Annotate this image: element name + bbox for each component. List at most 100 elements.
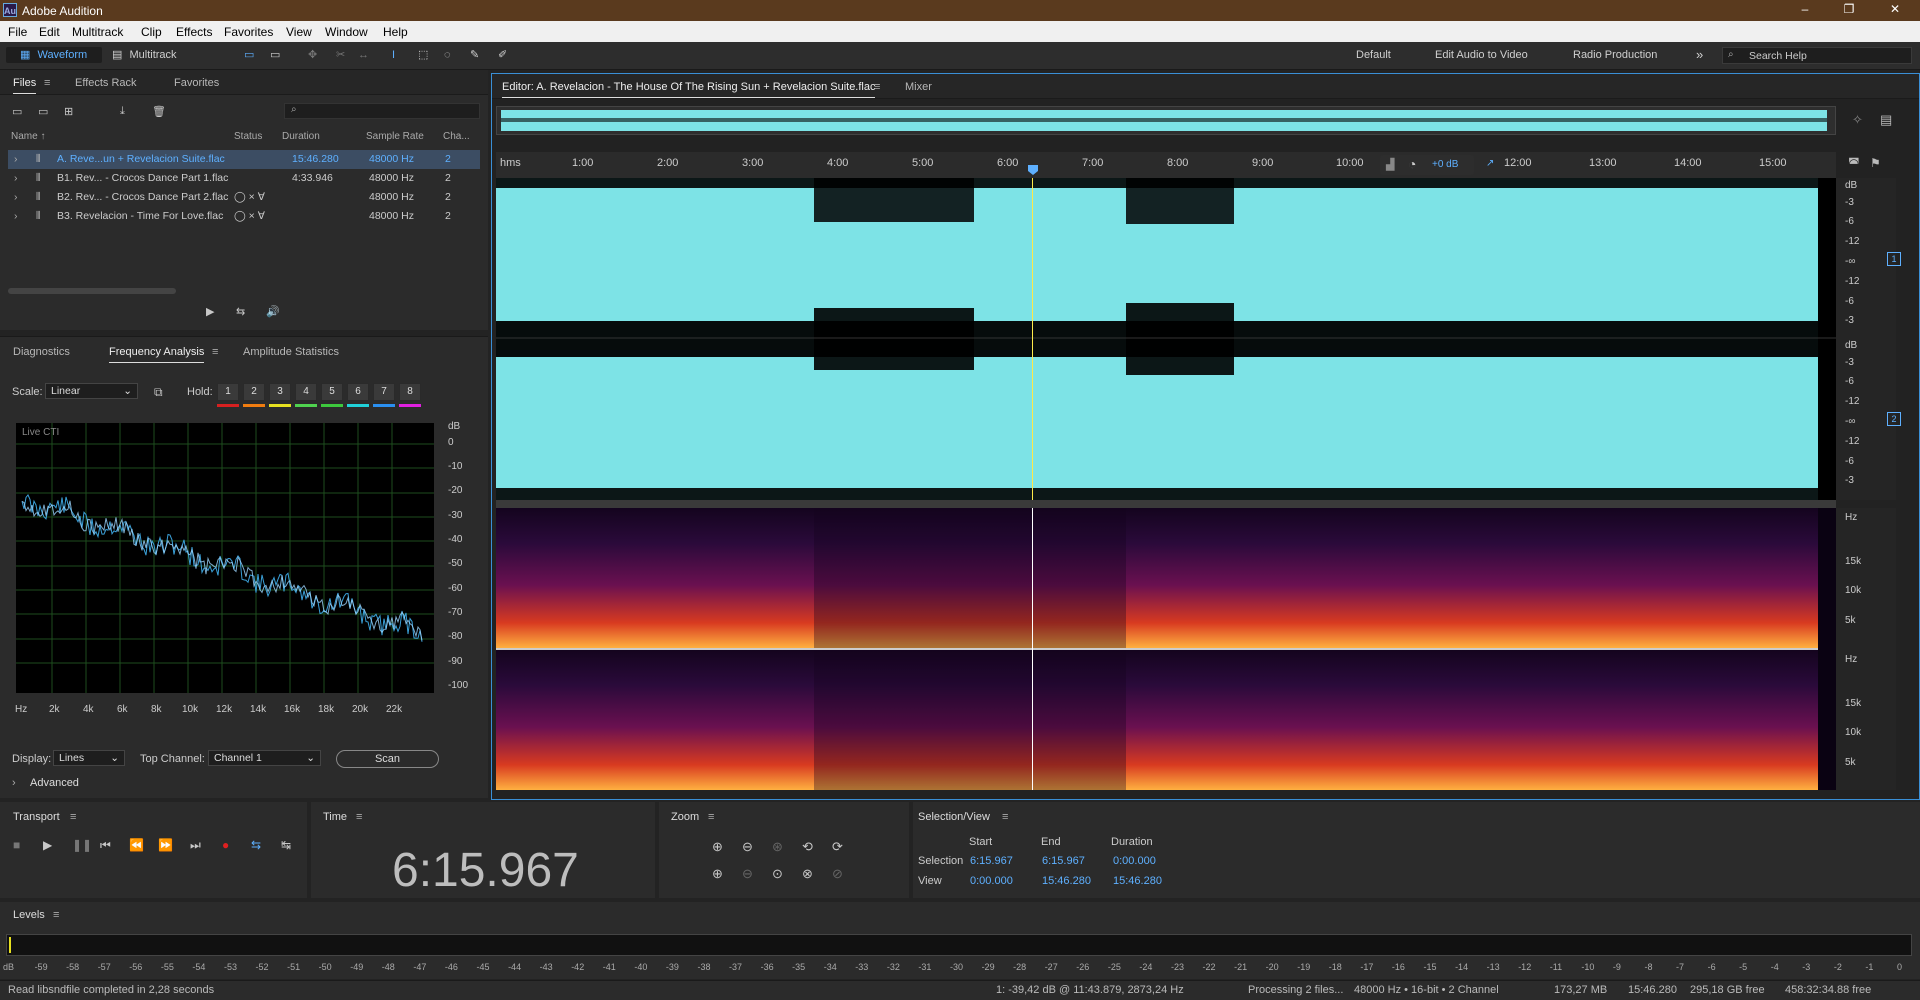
insert-icon[interactable]: ⤓ <box>120 105 125 118</box>
menu-multitrack[interactable]: Multitrack <box>72 25 123 39</box>
zoom-selection-icon[interactable]: ⊛ <box>772 839 783 855</box>
tab-mixer[interactable]: Mixer <box>905 81 932 93</box>
panel-menu-icon[interactable]: ≡ <box>53 909 59 921</box>
time-ruler[interactable] <box>496 152 1836 179</box>
hold-3-button[interactable]: 3 <box>269 383 291 401</box>
view-start[interactable]: 0:00.000 <box>970 875 1013 887</box>
panel-menu-icon[interactable]: ≡ <box>356 811 362 823</box>
copy-icon[interactable]: ⧉ <box>154 385 163 400</box>
zoom-in-point-icon[interactable]: ⊙ <box>772 866 783 882</box>
waveform-area[interactable] <box>496 178 1836 500</box>
menu-edit[interactable]: Edit <box>39 25 60 39</box>
zoom-in-time-icon[interactable]: ⊕ <box>712 866 723 882</box>
minimize-button[interactable]: – <box>1790 2 1820 16</box>
menu-view[interactable]: View <box>286 25 312 39</box>
tab-frequency-analysis[interactable]: Frequency Analysis <box>109 346 205 363</box>
tab-diagnostics[interactable]: Diagnostics <box>13 346 70 358</box>
col-status[interactable]: Status <box>234 131 262 142</box>
razor-tool-icon[interactable]: ✂ <box>336 47 345 63</box>
col-duration[interactable]: Duration <box>282 131 320 142</box>
selection-duration[interactable]: 0:00.000 <box>1113 855 1156 867</box>
selection-end[interactable]: 6:15.967 <box>1042 855 1085 867</box>
panel-menu-icon[interactable]: ≡ <box>874 81 880 93</box>
next-button[interactable]: ⏭ <box>190 838 201 853</box>
panel-menu-icon[interactable]: ≡ <box>708 811 714 823</box>
workspace-default[interactable]: Default <box>1356 47 1391 63</box>
file-row[interactable]: › ⫴ B3. Revelacion - Time For Love.flac … <box>8 207 480 226</box>
menu-clip[interactable]: Clip <box>141 25 162 39</box>
zoom-full-icon[interactable]: ⟳ <box>832 839 843 855</box>
play-button[interactable]: ▶ <box>43 838 52 852</box>
gain-knob-icon[interactable]: ◔ <box>1408 156 1416 172</box>
brush-tool-icon[interactable]: ✎ <box>470 47 479 63</box>
overview-bar[interactable] <box>496 106 1836 135</box>
open-file-icon[interactable]: ▭ <box>12 105 22 118</box>
waveform-view-button[interactable]: ▦ Waveform <box>6 47 102 63</box>
snap-icon[interactable]: ◚ <box>1848 156 1860 170</box>
selection-start[interactable]: 6:15.967 <box>970 855 1013 867</box>
move-tool-icon[interactable]: ✥ <box>308 47 317 63</box>
zoom-out-amplitude-icon[interactable]: ⊖ <box>742 839 753 855</box>
file-row[interactable]: › ⫴ B2. Rev... - Crocos Dance Part 2.fla… <box>8 188 480 207</box>
expand-chevron-icon[interactable]: › <box>14 191 18 203</box>
loop-button[interactable]: ⇆ <box>251 838 261 852</box>
import-file-icon[interactable]: ▭ <box>38 105 48 118</box>
files-scrollbar[interactable] <box>8 288 176 294</box>
hold-2-button[interactable]: 2 <box>243 383 265 401</box>
file-search-input[interactable]: ⌕ <box>284 103 480 119</box>
close-button[interactable]: ✕ <box>1880 2 1910 16</box>
view-end[interactable]: 15:46.280 <box>1042 875 1091 887</box>
scale-dropdown[interactable]: Linear ⌄ <box>45 383 138 399</box>
hold-8-button[interactable]: 8 <box>399 383 421 401</box>
panel-menu-icon[interactable]: ≡ <box>212 346 218 358</box>
expand-advanced-icon[interactable]: › <box>12 777 16 789</box>
loop-preview-icon[interactable]: ⇆ <box>236 305 245 318</box>
zoom-fit-icon[interactable]: ✧ <box>1852 112 1863 128</box>
tab-favorites[interactable]: Favorites <box>174 77 219 89</box>
zoom-in-amplitude-icon[interactable]: ⊕ <box>712 839 723 855</box>
file-row[interactable]: › ⫴ B1. Rev... - Crocos Dance Part 1.fla… <box>8 169 480 188</box>
expand-chevron-icon[interactable]: › <box>14 172 18 184</box>
col-name[interactable]: Name ↑ <box>11 131 45 142</box>
pin-icon[interactable]: ↗ <box>1486 158 1494 169</box>
more-workspaces-icon[interactable]: » <box>1696 47 1703 63</box>
tab-effects-rack[interactable]: Effects Rack <box>75 77 137 89</box>
file-row[interactable]: › ⫴ A. Reve...un + Revelacion Suite.flac… <box>8 150 480 169</box>
delete-icon[interactable]: 🗑 <box>152 105 166 118</box>
zoom-out-full-icon[interactable]: ⊗ <box>802 866 813 882</box>
hold-5-button[interactable]: 5 <box>321 383 343 401</box>
expand-chevron-icon[interactable]: › <box>14 153 18 165</box>
top-channel-dropdown[interactable]: Channel 1 ⌄ <box>208 750 321 766</box>
skip-button[interactable]: ↹ <box>281 838 291 852</box>
hold-6-button[interactable]: 6 <box>347 383 369 401</box>
marker-icon[interactable]: ⚑ <box>1870 156 1881 170</box>
expand-chevron-icon[interactable]: › <box>14 210 18 222</box>
zoom-out-time-icon[interactable]: ⊖ <box>742 866 753 882</box>
menu-file[interactable]: File <box>8 25 27 39</box>
marquee-tool-icon[interactable]: ⬚ <box>418 47 428 63</box>
restore-button[interactable]: ❐ <box>1834 2 1864 16</box>
previous-button[interactable]: ⏮ <box>100 838 111 853</box>
hold-4-button[interactable]: 4 <box>295 383 317 401</box>
workspace-edit-audio-video[interactable]: Edit Audio to Video <box>1435 47 1528 63</box>
advanced-label[interactable]: Advanced <box>30 777 79 789</box>
search-help-box[interactable]: ⌕ Search Help <box>1722 47 1912 64</box>
zoom-left-icon[interactable]: ⟲ <box>802 839 813 855</box>
time-selection-tool-icon[interactable]: I <box>392 47 395 63</box>
tab-amplitude-statistics[interactable]: Amplitude Statistics <box>243 346 339 358</box>
channel-1-badge[interactable]: 1 <box>1887 252 1901 266</box>
channel-2-badge[interactable]: 2 <box>1887 412 1901 426</box>
menu-help[interactable]: Help <box>383 25 408 39</box>
multitrack-view-button[interactable]: ▤ Multitrack <box>112 47 177 63</box>
menu-favorites[interactable]: Favorites <box>224 25 273 39</box>
slip-tool-icon[interactable]: ↔ <box>358 47 369 63</box>
spot-healing-tool-icon[interactable]: ✐ <box>498 47 507 63</box>
rewind-button[interactable]: ⏪ <box>129 838 144 852</box>
menu-window[interactable]: Window <box>325 25 368 39</box>
autoplay-icon[interactable]: 🔊 <box>266 305 280 318</box>
col-channels[interactable]: Cha... <box>443 131 470 142</box>
tab-files[interactable]: Files <box>13 77 37 94</box>
lasso-tool-icon[interactable]: ◌ <box>444 47 451 63</box>
play-preview-icon[interactable]: ▶ <box>206 305 214 318</box>
view-divider[interactable] <box>496 500 1836 508</box>
